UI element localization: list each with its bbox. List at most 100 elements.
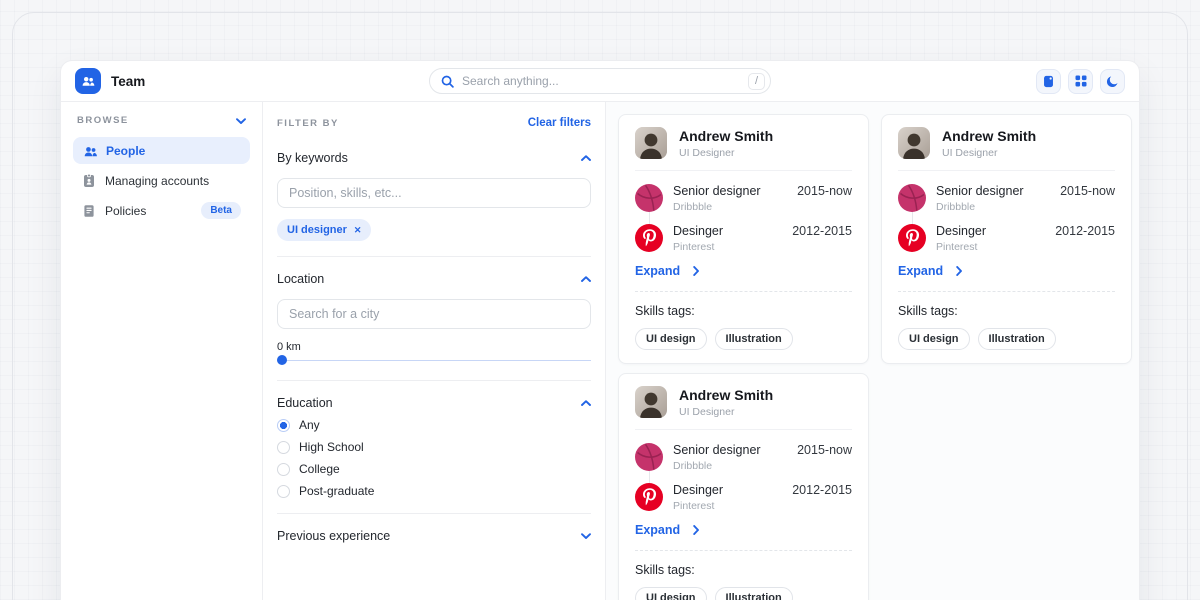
city-search-input[interactable]: [277, 299, 591, 329]
position-company: Pinterest: [673, 500, 723, 512]
position-company: Dribbble: [673, 460, 761, 472]
slider-track[interactable]: [277, 360, 591, 362]
position-period: 2015-now: [797, 443, 852, 472]
sidebar-item-policies[interactable]: Policies Beta: [73, 197, 250, 224]
position-title: Desinger: [673, 483, 723, 497]
person-role: UI Designer: [942, 147, 1036, 159]
radio[interactable]: [277, 485, 290, 498]
app-title: Team: [111, 74, 145, 89]
education-section-header[interactable]: Education: [277, 396, 591, 410]
header-actions: [1036, 69, 1125, 94]
search-input[interactable]: [462, 74, 748, 88]
skill-tag: Illustration: [715, 328, 793, 350]
person-card: Andrew Smith UI Designer Senior designer: [618, 114, 869, 364]
radio-option-college[interactable]: College: [277, 462, 591, 476]
clear-filters-button[interactable]: Clear filters: [528, 117, 591, 129]
chevron-up-icon[interactable]: [581, 155, 591, 161]
dark-mode-button[interactable]: [1100, 69, 1125, 94]
keywords-section-header[interactable]: By keywords: [277, 151, 591, 165]
remove-chip-icon[interactable]: ✕: [354, 225, 362, 236]
sidebar: BROWSE People Managing accounts: [61, 102, 263, 600]
divider: [635, 170, 852, 171]
divider: [635, 550, 852, 551]
radio-selected[interactable]: [277, 419, 290, 432]
experience-section-header[interactable]: Previous experience: [277, 529, 591, 543]
browse-label: BROWSE: [77, 115, 129, 126]
keywords-label: By keywords: [277, 151, 348, 165]
expand-label: Expand: [635, 264, 680, 278]
radio[interactable]: [277, 463, 290, 476]
position-row: Desinger Pinterest 2012-2015: [635, 224, 852, 253]
radio-label: College: [299, 462, 340, 476]
search-shortcut-key: /: [748, 73, 765, 90]
dribbble-icon: [898, 184, 926, 212]
app-logo: [75, 68, 101, 94]
id-badge-icon: [82, 174, 96, 188]
pinterest-icon: [635, 483, 663, 511]
skill-tag: UI design: [635, 587, 707, 600]
app-header: Team /: [61, 61, 1139, 102]
radio-label: High School: [299, 440, 364, 454]
pinterest-icon: [635, 224, 663, 252]
position-period: 2015-now: [797, 184, 852, 213]
location-section-header[interactable]: Location: [277, 272, 591, 286]
person-name: Andrew Smith: [679, 128, 773, 144]
position-period: 2012-2015: [792, 224, 852, 253]
radio[interactable]: [277, 441, 290, 454]
grid-view-button[interactable]: [1068, 69, 1093, 94]
filter-panel: FILTER BY Clear filters By keywords UI d…: [263, 102, 606, 600]
sidebar-item-people[interactable]: People: [73, 137, 250, 164]
sidebar-item-label: Policies: [105, 204, 146, 218]
chevron-up-icon[interactable]: [581, 276, 591, 282]
divider: [277, 380, 591, 381]
skills-label: Skills tags:: [635, 304, 852, 318]
distance-slider[interactable]: [277, 355, 591, 365]
sidebar-item-managing-accounts[interactable]: Managing accounts: [73, 167, 250, 194]
position-title: Desinger: [673, 224, 723, 238]
divider: [898, 291, 1115, 292]
keywords-input[interactable]: [277, 178, 591, 208]
person-card: Andrew Smith UI Designer Senior designer: [881, 114, 1132, 364]
expand-label: Expand: [635, 523, 680, 537]
position-period: 2012-2015: [792, 483, 852, 512]
clipboard-icon: [82, 204, 96, 218]
position-title: Senior designer: [936, 184, 1024, 198]
book-button[interactable]: [1036, 69, 1061, 94]
slider-thumb[interactable]: [277, 355, 287, 365]
chevron-down-icon[interactable]: [236, 118, 246, 124]
radio-label: Any: [299, 418, 320, 432]
book-icon: [1042, 75, 1055, 88]
skill-tag: UI design: [898, 328, 970, 350]
location-label: Location: [277, 272, 324, 286]
position-row: Desinger Pinterest 2012-2015: [898, 224, 1115, 253]
avatar: [898, 127, 930, 159]
chip-label: UI designer: [287, 224, 347, 236]
expand-button[interactable]: Expand: [635, 264, 852, 278]
chevron-up-icon[interactable]: [581, 400, 591, 406]
radio-option-high-school[interactable]: High School: [277, 440, 591, 454]
person-role: UI Designer: [679, 147, 773, 159]
position-company: Dribbble: [673, 201, 761, 213]
expand-button[interactable]: Expand: [635, 523, 852, 537]
education-label: Education: [277, 396, 333, 410]
app-window: Team /: [60, 60, 1140, 600]
radio-option-any[interactable]: Any: [277, 418, 591, 432]
position-period: 2015-now: [1060, 184, 1115, 213]
person-name: Andrew Smith: [942, 128, 1036, 144]
experience-timeline: Senior designer Dribbble 2015-now Desing…: [898, 184, 1115, 253]
sidebar-section-header[interactable]: BROWSE: [73, 115, 250, 126]
position-company: Pinterest: [673, 241, 723, 253]
skill-tag: UI design: [635, 328, 707, 350]
expand-button[interactable]: Expand: [898, 264, 1115, 278]
avatar: [635, 386, 667, 418]
position-title: Senior designer: [673, 184, 761, 198]
filter-chip-ui-designer[interactable]: UI designer ✕: [277, 219, 371, 241]
chevron-down-icon[interactable]: [581, 533, 591, 539]
position-row: Desinger Pinterest 2012-2015: [635, 483, 852, 512]
results-grid: Andrew Smith UI Designer Senior designer: [606, 102, 1140, 600]
skills-label: Skills tags:: [635, 563, 852, 577]
distance-value: 0 km: [277, 341, 591, 353]
global-search[interactable]: /: [429, 68, 771, 94]
person-name: Andrew Smith: [679, 387, 773, 403]
radio-option-post-graduate[interactable]: Post-graduate: [277, 484, 591, 498]
